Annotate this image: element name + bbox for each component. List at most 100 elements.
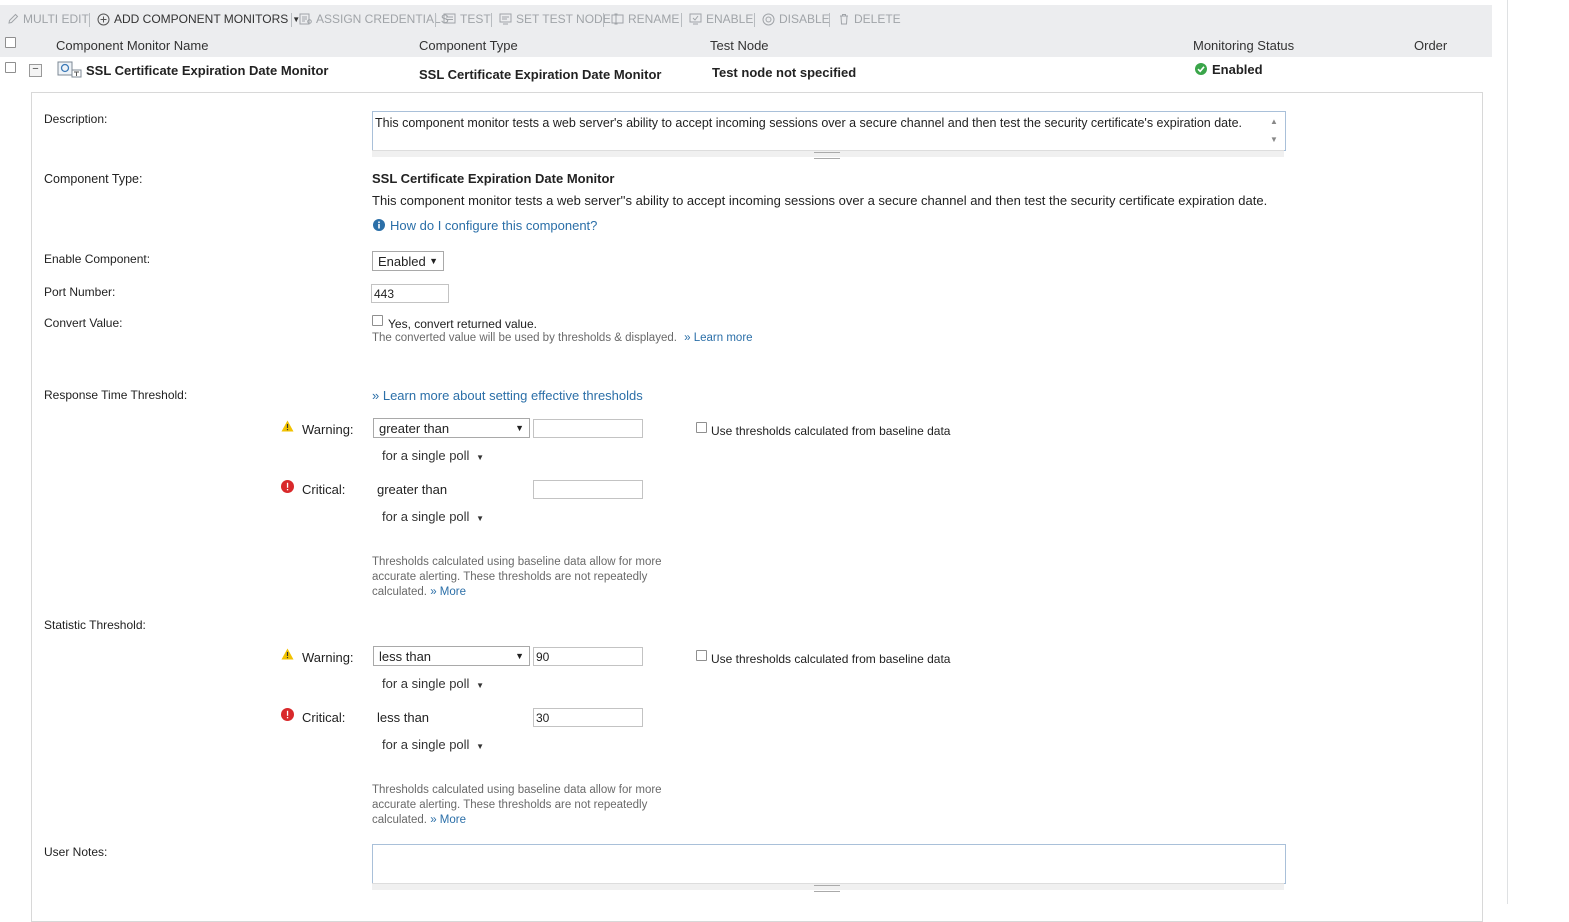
convert-value-label: Convert Value: (44, 316, 123, 330)
dropdown-arrow-icon: ▼ (515, 423, 524, 433)
response-critical-operator: greater than (377, 482, 448, 497)
details-panel (31, 92, 1483, 922)
caret-down-icon: ▼ (476, 681, 484, 690)
info-icon (373, 219, 385, 231)
resize-grip-icon[interactable] (814, 885, 840, 892)
component-monitor-icon (57, 61, 82, 78)
disable-label: DISABLE (779, 12, 830, 26)
statistic-critical-operator: less than (377, 710, 430, 725)
enable-component-select[interactable]: Enabled ▼ (372, 251, 444, 271)
toolbar-divider (603, 13, 604, 27)
set-test-node-button[interactable]: SET TEST NODE (499, 12, 611, 26)
statistic-critical-label: Critical: (302, 710, 346, 725)
collapse-toggle-icon[interactable]: − (29, 64, 42, 77)
statistic-threshold-label: Statistic Threshold: (44, 618, 146, 632)
statistic-warning-operator-select[interactable]: less than ▼ (373, 646, 530, 666)
toolbar-divider (754, 13, 755, 27)
port-number-input[interactable]: 443 (371, 284, 449, 303)
column-header-name[interactable]: Component Monitor Name (56, 38, 208, 53)
row-checkbox[interactable] (5, 62, 16, 73)
how-configure-link[interactable]: How do I configure this component? (390, 218, 597, 233)
statistic-critical-value: 30 (536, 711, 550, 725)
add-component-monitors-button[interactable]: ADD COMPONENT MONITORS ▼ (97, 12, 300, 26)
resize-grip-icon[interactable] (814, 152, 840, 159)
statistic-critical-value-input[interactable]: 30 (533, 708, 643, 727)
response-critical-label: Critical: (302, 482, 346, 497)
plus-circle-icon (97, 13, 110, 25)
column-header-test-node[interactable]: Test Node (710, 38, 769, 53)
description-textarea[interactable]: This component monitor tests a web serve… (372, 111, 1286, 151)
warning-icon (281, 648, 294, 660)
dropdown-arrow-icon: ▼ (429, 256, 438, 266)
select-all-checkbox[interactable] (5, 37, 16, 48)
convert-value-checkbox[interactable] (372, 315, 383, 326)
statistic-baseline-note: Thresholds calculated using baseline dat… (372, 783, 672, 828)
multi-edit-button[interactable]: MULTI EDIT (7, 12, 89, 26)
convert-value-note: The converted value will be used by thre… (372, 331, 753, 346)
statistic-warning-label: Warning: (302, 650, 354, 665)
statistic-critical-poll: for a single poll (382, 737, 470, 752)
user-notes-label: User Notes: (44, 845, 108, 859)
delete-button[interactable]: DELETE (838, 12, 901, 26)
response-critical-poll-dropdown[interactable]: for a single poll ▼ (382, 509, 484, 524)
set-test-node-label: SET TEST NODE (516, 12, 611, 26)
response-baseline-checkbox[interactable] (696, 422, 707, 433)
statistic-baseline-checkbox-label: Use thresholds calculated from baseline … (711, 652, 951, 666)
response-warning-poll-dropdown[interactable]: for a single poll ▼ (382, 448, 484, 463)
rename-label: RENAME (628, 12, 680, 26)
toolbar-divider (681, 13, 682, 27)
assign-credentials-button[interactable]: ASSIGN CREDENTIALS (299, 12, 449, 26)
statistic-warning-value-input[interactable]: 90 (533, 647, 643, 666)
statistic-more-link[interactable]: » More (430, 814, 466, 826)
add-component-monitors-label: ADD COMPONENT MONITORS (114, 12, 289, 26)
test-button[interactable]: TEST (443, 12, 491, 26)
credentials-icon (299, 13, 312, 25)
toolbar-divider (491, 13, 492, 27)
caret-down-icon: ▼ (476, 453, 484, 462)
column-header-status[interactable]: Monitoring Status (1193, 38, 1294, 53)
thresholds-learn-more-link[interactable]: » Learn more about setting effective thr… (372, 388, 643, 403)
column-header-order[interactable]: Order (1414, 38, 1447, 53)
port-number-value: 443 (374, 287, 395, 301)
row-name[interactable]: SSL Certificate Expiration Date Monitor (86, 63, 328, 78)
response-more-link[interactable]: » More (430, 586, 466, 598)
convert-value-checkbox-label: Yes, convert returned value. (388, 317, 537, 331)
enable-component-label: Enable Component: (44, 252, 151, 266)
rename-button[interactable]: RENAME (611, 12, 679, 26)
statistic-warning-value: 90 (536, 650, 550, 664)
statistic-baseline-note-text: Thresholds calculated using baseline dat… (372, 784, 662, 826)
page-divider (1507, 0, 1508, 904)
convert-note-text: The converted value will be used by thre… (372, 332, 677, 344)
trash-icon (840, 14, 848, 25)
warning-icon (281, 420, 294, 432)
critical-icon (281, 708, 294, 721)
table-header: Component Monitor Name Component Type Te… (0, 35, 1492, 57)
statistic-baseline-checkbox[interactable] (696, 650, 707, 661)
response-warning-operator-select[interactable]: greater than ▼ (373, 418, 530, 438)
row-type: SSL Certificate Expiration Date Monitor (419, 67, 662, 82)
response-baseline-checkbox-label: Use thresholds calculated from baseline … (711, 424, 951, 438)
convert-learn-more-link[interactable]: » Learn more (684, 332, 752, 344)
response-warning-operator: greater than (379, 420, 450, 436)
statistic-critical-poll-dropdown[interactable]: for a single poll ▼ (382, 737, 484, 752)
response-baseline-note-text: Thresholds calculated using baseline dat… (372, 556, 662, 598)
disable-button[interactable]: DISABLE (762, 12, 830, 26)
component-type-label: Component Type: (44, 172, 143, 186)
column-header-type[interactable]: Component Type (419, 38, 518, 53)
response-critical-value-input[interactable] (533, 480, 643, 499)
enable-icon (689, 13, 702, 25)
check-circle-icon (1195, 63, 1207, 75)
caret-down-icon: ▼ (476, 514, 484, 523)
enable-button[interactable]: ENABLE (689, 12, 753, 26)
disable-icon (762, 13, 775, 25)
statistic-warning-poll-dropdown[interactable]: for a single poll ▼ (382, 676, 484, 691)
multi-edit-label: MULTI EDIT (23, 12, 89, 26)
toolbar-divider (829, 13, 830, 27)
enable-label: ENABLE (706, 12, 754, 26)
statistic-warning-poll: for a single poll (382, 676, 470, 691)
response-warning-value-input[interactable] (533, 419, 643, 438)
textarea-scrollbar[interactable]: ▲ ▼ (1270, 113, 1278, 149)
row-test-node: Test node not specified (712, 65, 857, 80)
rename-icon (611, 13, 624, 25)
user-notes-textarea[interactable] (372, 844, 1286, 884)
